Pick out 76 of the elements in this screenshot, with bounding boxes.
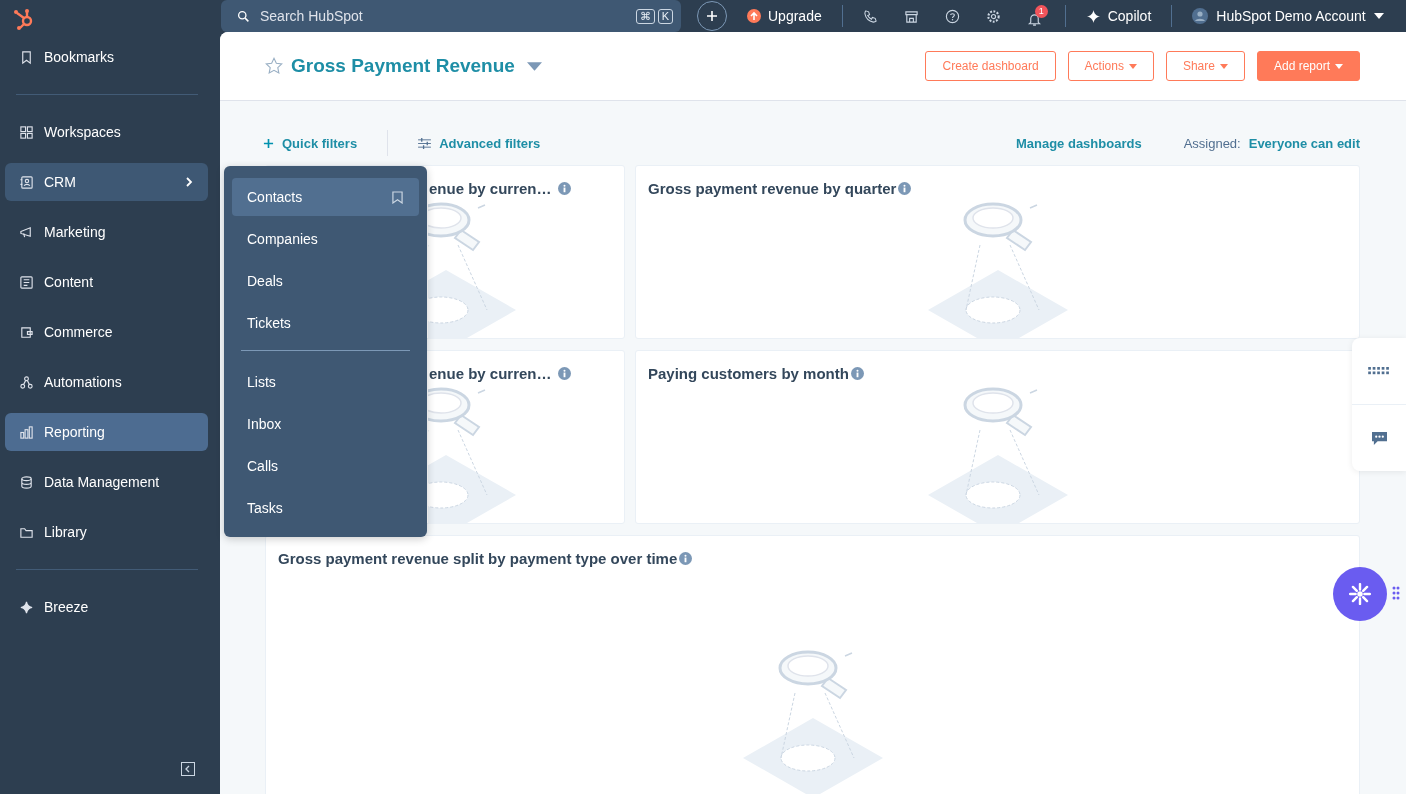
assigned-label: Assigned: bbox=[1183, 135, 1241, 151]
contact-card-icon bbox=[19, 174, 34, 190]
menu-item[interactable]: Tasks bbox=[232, 489, 419, 527]
notification-count: 1 bbox=[1034, 5, 1048, 18]
megaphone-icon bbox=[19, 224, 34, 240]
keyboard-key: K bbox=[657, 8, 673, 24]
report-title: Gross payment revenue by quarter bbox=[648, 180, 897, 197]
collapse-icon[interactable] bbox=[181, 762, 195, 776]
store-icon[interactable] bbox=[903, 8, 919, 24]
plus-icon bbox=[263, 137, 274, 149]
bell-icon bbox=[1026, 12, 1042, 27]
apps-grid-icon[interactable] bbox=[1368, 366, 1390, 376]
keyboard-key: ⌘ bbox=[635, 8, 655, 24]
caret-icon bbox=[1373, 13, 1384, 19]
avatar-icon bbox=[1192, 8, 1209, 24]
upgrade-button[interactable]: Upgrade bbox=[741, 4, 828, 28]
workflow-icon bbox=[19, 374, 34, 390]
plus-icon bbox=[706, 10, 718, 22]
upgrade-arrow-icon bbox=[747, 9, 761, 23]
search-icon bbox=[237, 9, 250, 23]
chat-icon[interactable] bbox=[1370, 430, 1388, 446]
info-icon[interactable] bbox=[679, 552, 693, 565]
report-title: Gross payment revenue split by payment type over time bbox=[278, 550, 678, 567]
sidebar-item[interactable]: Breeze bbox=[5, 588, 208, 626]
document-icon bbox=[19, 274, 34, 290]
bookmark-icon[interactable] bbox=[392, 190, 403, 204]
menu-item[interactable]: Companies bbox=[232, 220, 419, 258]
dashboard-title: Gross Payment Revenue bbox=[291, 55, 515, 77]
sparkle-icon bbox=[19, 599, 34, 615]
sunburst-icon bbox=[1349, 583, 1371, 605]
sidebar-item[interactable]: Marketing bbox=[5, 213, 208, 251]
menu-item[interactable]: Lists bbox=[232, 363, 419, 401]
sidebar-item[interactable]: Bookmarks bbox=[5, 38, 208, 76]
settings-icon[interactable] bbox=[985, 8, 1001, 24]
search-input[interactable]: Search HubSpot bbox=[258, 7, 628, 25]
menu-item[interactable]: Contacts bbox=[232, 178, 419, 216]
info-icon[interactable] bbox=[557, 367, 571, 380]
star-icon[interactable] bbox=[265, 57, 283, 75]
sidebar-item[interactable]: Library bbox=[5, 513, 208, 551]
bookmark-icon bbox=[19, 49, 34, 65]
drag-handle-icon[interactable] bbox=[1392, 586, 1400, 600]
wallet-icon bbox=[19, 324, 34, 340]
help-icon[interactable] bbox=[944, 8, 960, 24]
info-icon[interactable] bbox=[898, 182, 912, 195]
sidebar-item[interactable]: Content bbox=[5, 263, 208, 301]
quick-filters-button[interactable]: Quick filters bbox=[263, 135, 358, 151]
menu-item[interactable]: Inbox bbox=[232, 405, 419, 443]
sidebar-item[interactable]: CRM bbox=[5, 163, 208, 201]
menu-item[interactable]: Tickets bbox=[232, 304, 419, 342]
sliders-icon bbox=[418, 137, 432, 149]
bar-chart-icon bbox=[19, 424, 34, 440]
advanced-filters-button[interactable]: Advanced filters bbox=[418, 135, 541, 151]
grid-icon bbox=[19, 124, 34, 140]
copilot-button[interactable]: Copilot bbox=[1079, 4, 1158, 28]
menu-item[interactable]: Calls bbox=[232, 447, 419, 485]
info-icon[interactable] bbox=[850, 367, 864, 380]
sidebar-item[interactable]: Commerce bbox=[5, 313, 208, 351]
sidebar-item[interactable]: Data Management bbox=[5, 463, 208, 501]
database-icon bbox=[19, 474, 34, 490]
assigned-value-link[interactable]: Everyone can edit bbox=[1248, 135, 1360, 151]
search-field[interactable]: Search HubSpot ⌘ K bbox=[221, 0, 681, 32]
menu-item[interactable]: Deals bbox=[232, 262, 419, 300]
report-title: enue by curren… bbox=[429, 180, 552, 197]
info-icon[interactable] bbox=[557, 182, 571, 195]
sidebar-item[interactable]: Workspaces bbox=[5, 113, 208, 151]
phone-icon[interactable] bbox=[862, 8, 878, 24]
chevron-right-icon bbox=[184, 177, 194, 187]
caret-icon[interactable] bbox=[526, 61, 542, 71]
account-menu[interactable]: HubSpot Demo Account bbox=[1186, 4, 1390, 28]
sidebar-item[interactable]: Automations bbox=[5, 363, 208, 401]
report-title: enue by curren… bbox=[429, 365, 552, 382]
manage-dashboards-link[interactable]: Manage dashboards bbox=[1015, 135, 1142, 151]
sidebar-item[interactable]: Reporting bbox=[5, 413, 208, 451]
sparkle-icon bbox=[1085, 8, 1101, 24]
assistant-button[interactable] bbox=[1333, 567, 1387, 621]
report-title: Paying customers by month bbox=[648, 365, 849, 382]
